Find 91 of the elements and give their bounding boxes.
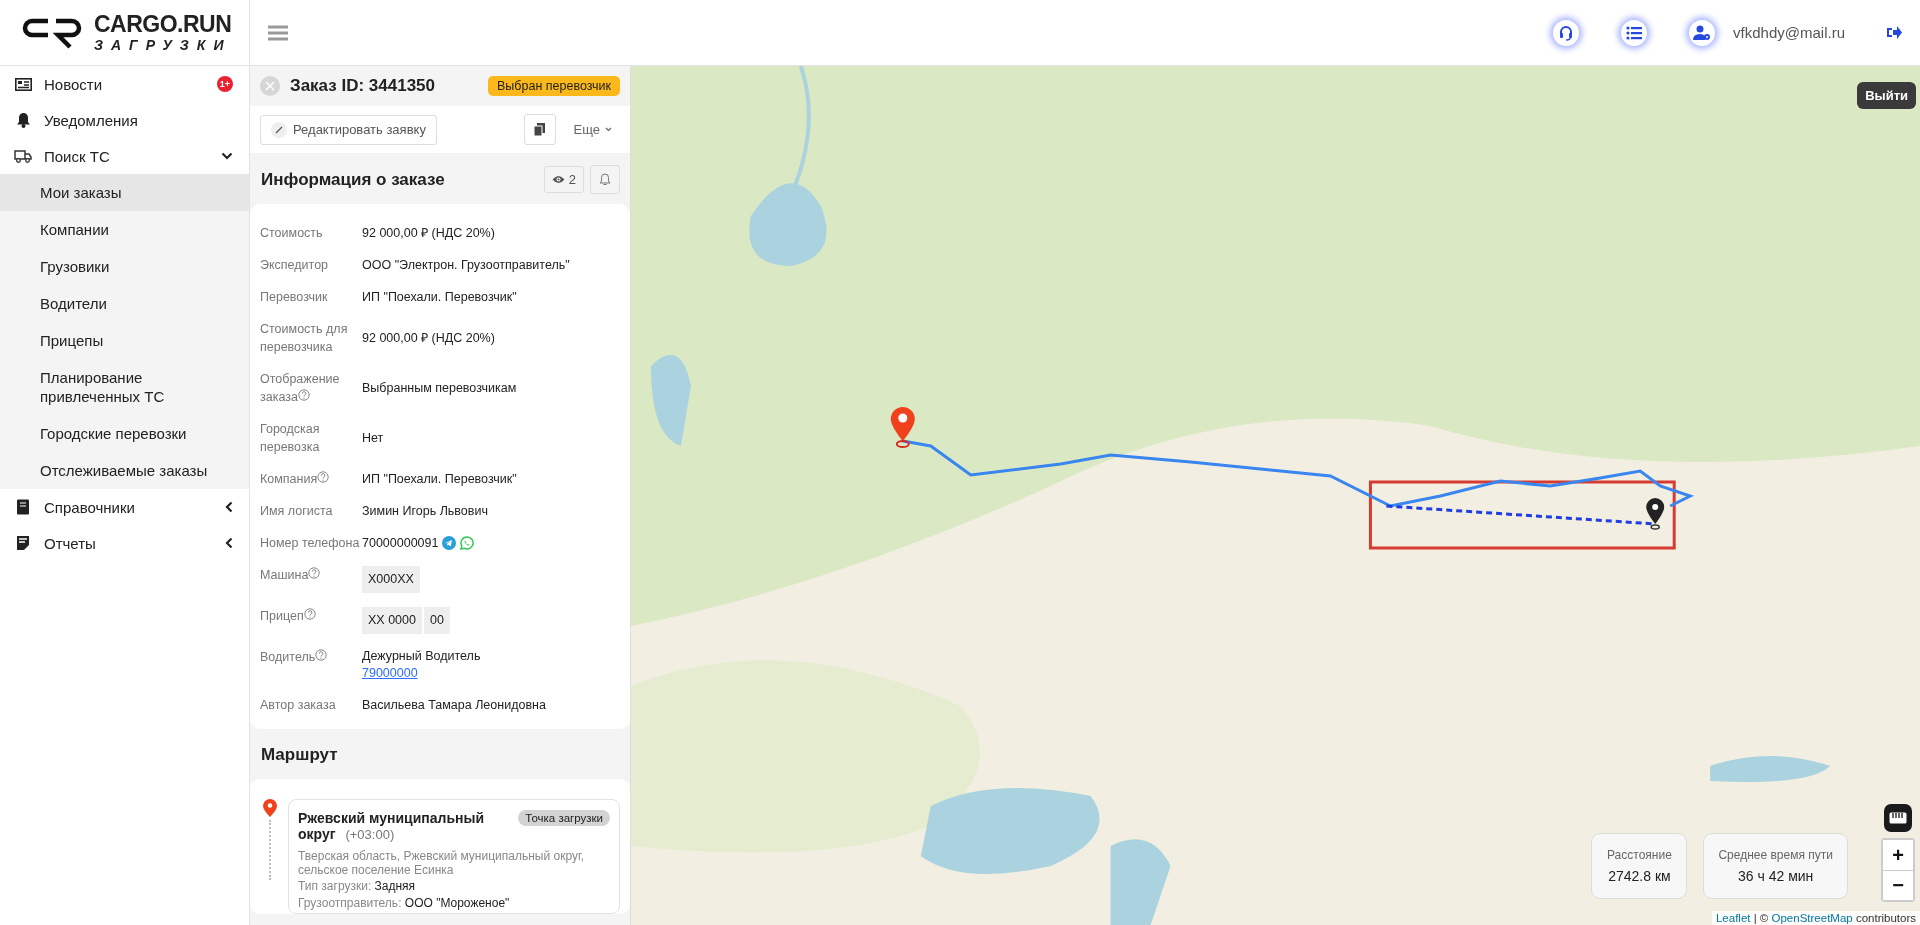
phone-number: 70000000091: [362, 534, 439, 552]
location-pin-icon: [262, 799, 278, 817]
section-title: Информация о заказе: [261, 169, 446, 190]
field-label: Городская перевозка: [260, 422, 320, 454]
sidebar-item-label: Уведомления: [44, 111, 139, 129]
field-value: Дежурный Водитель: [362, 648, 481, 665]
sidebar-item-label: Поиск ТС: [44, 147, 111, 165]
more-dropdown[interactable]: Еще: [565, 122, 620, 137]
attribution-link[interactable]: Leaflet: [1715, 912, 1751, 924]
status-badge: Выбран перевозчик: [488, 76, 620, 96]
headset-icon[interactable]: [1553, 19, 1580, 46]
field-label: Прицеп: [260, 609, 304, 623]
field-label: Стоимость: [260, 226, 323, 240]
field-label: Номер телефона: [260, 536, 360, 550]
field-value: 92 000,00 ₽ (НДС 20%): [362, 329, 495, 347]
field-label: Компания: [260, 472, 318, 486]
report-icon: [16, 535, 30, 551]
field-label: Водитель: [260, 650, 316, 664]
logo-title: CARGO.RUN: [94, 13, 232, 36]
logout-tooltip: Выйти: [1857, 82, 1916, 109]
sidebar-item-label: Справочники: [44, 498, 136, 516]
stat-label: Расстояние: [1607, 848, 1672, 862]
route-point-address: Тверская область, Ржевский муниципальный округ, сельское поселение Есинка: [298, 849, 586, 877]
list-icon[interactable]: [1621, 19, 1648, 46]
edit-request-button[interactable]: Редактировать заявку: [260, 114, 437, 145]
sidebar-item-label: Новости: [44, 75, 104, 93]
sidebar-item-label: Отчеты: [44, 534, 97, 552]
newspaper-icon: [14, 77, 32, 91]
pencil-icon: [271, 121, 287, 138]
field-value: ООО "Электрон. Грузоотправитель": [362, 256, 570, 274]
sidebar-subitem[interactable]: Компании: [0, 211, 249, 248]
user-email: vfkdhdy@mail.ru: [1733, 24, 1845, 41]
section-title: Маршрут: [260, 744, 339, 766]
order-title: Заказ ID: 3441350: [290, 76, 436, 96]
field-label: Автор заказа: [260, 698, 336, 712]
sidebar-subitem[interactable]: Водители: [0, 285, 249, 322]
attribution-link[interactable]: OpenStreetMap: [1771, 912, 1853, 924]
sidebar-subitem[interactable]: Городские перевозки: [0, 415, 249, 452]
route-point-detail: Грузоотправитель: ООО "Мороженое": [298, 896, 511, 911]
phone-link[interactable]: 79000000: [362, 665, 481, 682]
sidebar-subitem[interactable]: Планирование привлеченных ТС: [0, 359, 249, 415]
sidebar-item[interactable]: Поиск ТС: [0, 138, 249, 174]
field-label: Экспедитор: [260, 258, 329, 272]
views-button[interactable]: 2: [543, 166, 584, 193]
logo-icon: [22, 16, 84, 49]
route-point-name: Ржевский муниципальный округ (+03:00): [298, 810, 485, 843]
field-label: Перевозчик: [260, 290, 328, 304]
stat-value: 36 ч 42 мин: [1738, 868, 1814, 884]
sidebar-subitem[interactable]: Грузовики: [0, 248, 249, 285]
notification-badge: 1+: [217, 76, 233, 92]
sidebar-item[interactable]: Отчеты: [0, 525, 249, 561]
field-value: Васильева Тамара Леонидовна: [362, 696, 546, 714]
book-icon: [16, 499, 30, 515]
sidebar-subitem[interactable]: Отслеживаемые заказы: [0, 452, 249, 489]
truck-icon: [14, 149, 32, 163]
menu-icon[interactable]: [268, 24, 288, 41]
sidebar-subitem[interactable]: Прицепы: [0, 322, 249, 359]
zoom-out-button[interactable]: −: [1883, 870, 1913, 900]
field-label: Отображение заказа: [260, 372, 340, 404]
plate-number: ХХ 0000: [362, 607, 422, 634]
ruler-icon[interactable]: [1884, 804, 1912, 832]
map-attribution: Leaflet | © OpenStreetMap contributors: [1711, 911, 1920, 925]
point-type-tag: Точка загрузки: [518, 810, 610, 826]
stat-label: Среднее время пути: [1718, 848, 1833, 862]
bell-icon: [15, 112, 31, 128]
logo-subtitle: ЗАГРУЗКИ: [94, 38, 232, 52]
plate-number: 00: [423, 607, 450, 634]
user-settings-icon[interactable]: [1689, 19, 1716, 46]
logout-icon[interactable]: [1887, 26, 1902, 39]
field-label: Имя логиста: [260, 504, 333, 518]
stat-value: 2742.8 км: [1608, 868, 1671, 884]
caret-down-icon: [605, 127, 612, 132]
end-marker-icon: [1646, 498, 1665, 530]
eye-icon: [551, 175, 565, 184]
copy-icon[interactable]: [523, 114, 556, 145]
field-value: ИП "Поехали. Перевозчик": [362, 288, 517, 306]
field-value: Зимин Игорь Львович: [362, 502, 488, 520]
field-value: 92 000,00 ₽ (НДС 20%): [362, 224, 495, 242]
plate-number: Х000ХХ: [362, 566, 420, 593]
sidebar-subitem[interactable]: Мои заказы: [0, 174, 249, 211]
telegram-icon[interactable]: [442, 536, 457, 550]
field-value: ИП "Поехали. Перевозчик": [362, 470, 517, 488]
field-label: Машина: [260, 568, 309, 582]
sidebar-item[interactable]: Справочники: [0, 489, 249, 525]
sidebar-item[interactable]: Новости 1+: [0, 66, 249, 102]
field-value: Выбранным перевозчикам: [362, 379, 517, 397]
start-marker-icon: [890, 407, 915, 448]
field-value: Нет: [362, 429, 384, 447]
field-label: Стоимость для перевозчика: [260, 322, 348, 354]
sidebar-item[interactable]: Уведомления: [0, 102, 249, 138]
route-point-detail: Тип загрузки: Задняя: [298, 879, 417, 894]
